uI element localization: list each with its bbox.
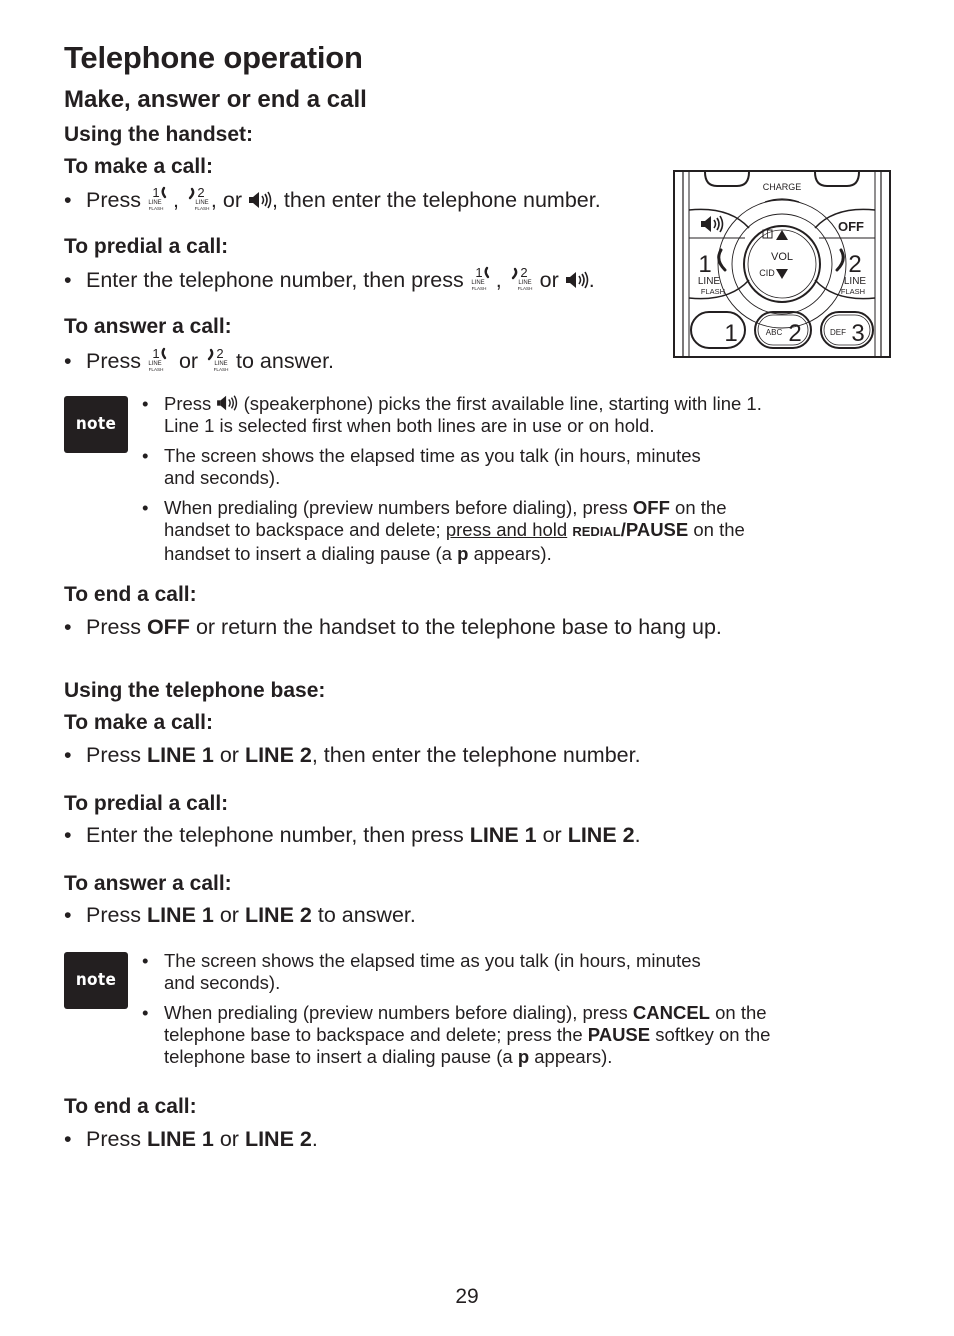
off-key-label: OFF xyxy=(838,219,864,234)
speakerphone-icon xyxy=(248,190,272,210)
softkey-left xyxy=(704,171,750,187)
base-make-call-heading: To make a call: xyxy=(64,711,214,734)
vol-up-arrow-icon xyxy=(776,230,788,240)
key-2-letters: ABC xyxy=(766,328,783,337)
line2-flash-icon xyxy=(204,347,230,371)
note-item: • Press (speakerphone) picks the first av… xyxy=(142,393,762,414)
handset-keypad-illustration: CHARGE OFF VOL CID 1 LINE FLASH 2 LINE F… xyxy=(673,170,891,358)
key-3 xyxy=(820,311,874,349)
handset-predial-heading: To predial a call: xyxy=(64,235,229,258)
base-end-heading: To end a call: xyxy=(64,1095,197,1118)
bullet: • xyxy=(64,615,72,639)
line1-line-label: LINE xyxy=(698,276,721,287)
speakerphone-icon xyxy=(216,394,238,412)
base-predial-heading: To predial a call: xyxy=(64,792,229,815)
note-badge: note xyxy=(64,952,128,1009)
handset-make-call-step: • Press , , or , then enter the telephone… xyxy=(64,186,601,213)
softkey-right xyxy=(814,171,860,187)
bullet: • xyxy=(64,268,72,292)
handset-predial-step: • Enter the telephone number, then press … xyxy=(64,266,595,293)
handset-end-heading: To end a call: xyxy=(64,583,197,606)
base-predial-step: • Enter the telephone number, then press … xyxy=(64,823,641,847)
bullet: • xyxy=(64,903,72,927)
line2-key-digit: 2 xyxy=(848,251,861,278)
bullet: • xyxy=(64,1127,72,1151)
bullet: • xyxy=(64,349,72,373)
charge-label: CHARGE xyxy=(763,182,802,192)
speakerphone-icon xyxy=(565,270,589,290)
line1-flash-icon xyxy=(470,266,496,290)
cid-label: CID xyxy=(759,268,775,278)
line2-flash-icon xyxy=(508,266,534,290)
vol-down-arrow-icon xyxy=(776,269,788,279)
bullet: • xyxy=(64,823,72,847)
key-3-letters: DEF xyxy=(830,328,846,337)
key-3-digit: 3 xyxy=(851,320,864,347)
note-item: • The screen shows the elapsed time as yo… xyxy=(142,950,701,971)
note-item: • The screen shows the elapsed time as yo… xyxy=(142,445,701,466)
line1-flash-label: FLASH xyxy=(701,287,725,296)
line1-handset-icon xyxy=(717,248,727,272)
key-2 xyxy=(754,311,812,349)
base-note-list: • The screen shows the elapsed time as yo… xyxy=(142,950,771,1067)
speakerphone-key-icon xyxy=(701,215,724,233)
line2-flash-icon xyxy=(185,186,211,210)
note-item: • When predialing (preview numbers before… xyxy=(142,1002,767,1023)
line2-handset-icon xyxy=(835,248,845,272)
line1-key-digit: 1 xyxy=(698,251,711,278)
key-2-digit: 2 xyxy=(788,320,801,347)
bullet: • xyxy=(64,188,72,212)
handset-make-call-heading: To make a call: xyxy=(64,155,214,178)
nav-ring-mid xyxy=(731,213,833,315)
base-make-call-step: • Press LINE 1 or LINE 2, then enter the … xyxy=(64,743,641,767)
section-title: Make, answer or end a call xyxy=(64,86,367,113)
keypad-drawing: CHARGE OFF VOL CID 1 LINE FLASH 2 LINE F… xyxy=(682,171,882,356)
handset-answer-heading: To answer a call: xyxy=(64,315,232,338)
handset-end-step: • Press OFF or return the handset to the … xyxy=(64,615,722,639)
line1-flash-icon xyxy=(147,347,173,371)
vol-label: VOL xyxy=(771,251,793,263)
base-heading: Using the telephone base: xyxy=(64,679,326,702)
nav-ring-outer xyxy=(717,199,847,329)
handset-answer-step: • Press or to answer. xyxy=(64,347,334,374)
line2-line-label: LINE xyxy=(844,276,867,287)
note-badge: note xyxy=(64,396,128,453)
base-answer-heading: To answer a call: xyxy=(64,872,232,895)
page-number: 29 xyxy=(455,1285,479,1308)
note-item: • When predialing (preview numbers before… xyxy=(142,497,727,518)
line1-flash-icon xyxy=(147,186,173,210)
bullet: • xyxy=(64,743,72,767)
handset-note-list: • Press (speakerphone) picks the first av… xyxy=(142,393,762,564)
page-title: Telephone operation xyxy=(64,40,363,75)
base-answer-step: • Press LINE 1 or LINE 2 to answer. xyxy=(64,903,416,927)
line2-flash-label: FLASH xyxy=(841,287,865,296)
handset-heading: Using the handset: xyxy=(64,123,254,146)
key-1-digit: 1 xyxy=(724,320,737,347)
base-end-step: • Press LINE 1 or LINE 2. xyxy=(64,1127,318,1151)
